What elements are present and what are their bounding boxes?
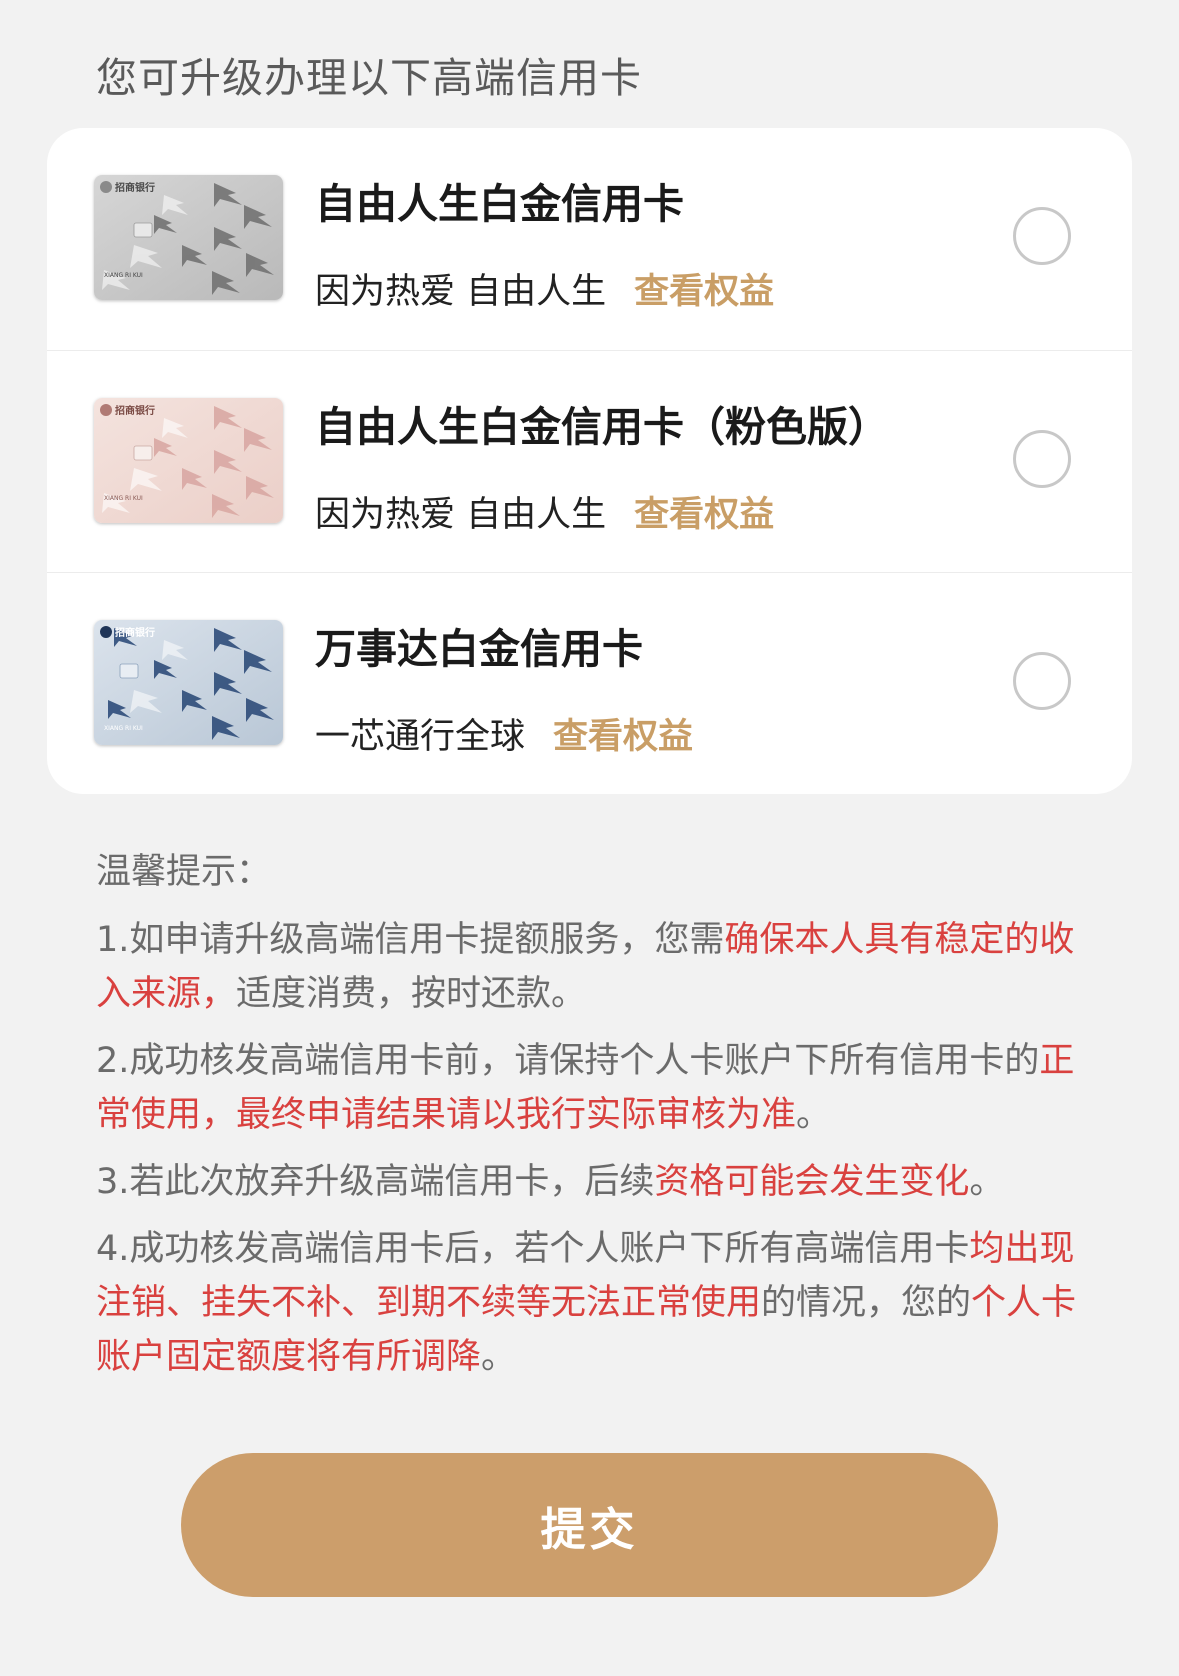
- select-radio[interactable]: [1013, 430, 1071, 488]
- submit-button[interactable]: 提交: [181, 1453, 998, 1597]
- select-radio[interactable]: [1013, 652, 1071, 710]
- tip-text: 适度消费，按时还款。: [236, 974, 587, 1014]
- tip-text: 3.若此次放弃升级高端信用卡，后续: [96, 1162, 655, 1202]
- card-image-freedom-platinum-pink: 招商银行 XIANG RI KUI: [94, 398, 283, 523]
- card-title: 自由人生白金信用卡（粉色版）: [315, 403, 889, 451]
- tip-text: 4.成功核发高端信用卡后，若个人账户下所有高端信用卡: [96, 1229, 970, 1269]
- card-image-freedom-platinum: 招商银行 XIANG RI KUI: [94, 175, 283, 300]
- card-bank-name: 招商银行: [115, 404, 155, 417]
- card-title: 万事达白金信用卡: [315, 625, 643, 673]
- card-face: 招商银行 XIANG RI KUI: [94, 175, 283, 300]
- card-subtitle-row: 因为热爱 自由人生 查看权益: [315, 486, 774, 537]
- card-holder-name: XIANG RI KUI: [104, 495, 143, 502]
- card-image-mastercard-platinum: 招商银行 XIANG RI KUI: [94, 620, 283, 745]
- view-benefits-link[interactable]: 查看权益: [553, 717, 693, 757]
- tips-section: 温馨提示： 1.如申请升级高端信用卡提额服务，您需确保本人具有稳定的收入来源，适…: [96, 845, 1086, 1397]
- card-subtitle-row: 一芯通行全球 查看权益: [315, 708, 693, 759]
- tip-highlight: 资格可能会发生变化: [654, 1162, 970, 1202]
- tip-item-3: 3.若此次放弃升级高端信用卡，后续资格可能会发生变化。: [96, 1155, 1086, 1209]
- card-holder-name: XIANG RI KUI: [104, 725, 143, 732]
- card-slogan: 因为热爱 自由人生: [315, 272, 607, 312]
- tip-text: 2.成功核发高端信用卡前，请保持个人卡账户下所有信用卡的: [96, 1041, 1040, 1081]
- card-option-mastercard-platinum[interactable]: 招商银行 XIANG RI KUI 万事达白金信用卡 一芯通行全球 查看权益: [47, 572, 1132, 794]
- tips-title: 温馨提示：: [96, 852, 272, 892]
- tip-item-2: 2.成功核发高端信用卡前，请保持个人卡账户下所有信用卡的正常使用，最终申请结果请…: [96, 1034, 1086, 1142]
- card-slogan: 一芯通行全球: [315, 717, 526, 757]
- card-bank-name: 招商银行: [115, 181, 155, 194]
- tip-item-4: 4.成功核发高端信用卡后，若个人账户下所有高端信用卡均出现注销、挂失不补、到期不…: [96, 1222, 1086, 1384]
- card-list: 招商银行 XIANG RI KUI 自由人生白金信用卡 因为热爱 自由人生 查看权…: [47, 128, 1132, 794]
- card-face: 招商银行 XIANG RI KUI: [94, 398, 283, 523]
- select-radio[interactable]: [1013, 207, 1071, 265]
- card-title: 自由人生白金信用卡: [315, 180, 684, 228]
- tip-item-1: 1.如申请升级高端信用卡提额服务，您需确保本人具有稳定的收入来源，适度消费，按时…: [96, 913, 1086, 1021]
- card-option-freedom-platinum-pink[interactable]: 招商银行 XIANG RI KUI 自由人生白金信用卡（粉色版） 因为热爱 自由…: [47, 350, 1132, 573]
- view-benefits-link[interactable]: 查看权益: [634, 272, 774, 312]
- tip-text: 的情况，您的: [761, 1283, 972, 1323]
- tip-text: 1.如申请升级高端信用卡提额服务，您需: [96, 920, 725, 960]
- tip-text: 。: [481, 1337, 517, 1377]
- view-benefits-link[interactable]: 查看权益: [634, 495, 774, 535]
- card-holder-name: XIANG RI KUI: [104, 272, 143, 279]
- card-option-freedom-platinum[interactable]: 招商银行 XIANG RI KUI 自由人生白金信用卡 因为热爱 自由人生 查看权…: [47, 128, 1132, 350]
- card-bank-name: 招商银行: [115, 626, 155, 639]
- card-subtitle-row: 因为热爱 自由人生 查看权益: [315, 263, 774, 314]
- tip-text: 。: [796, 1095, 832, 1135]
- tip-text: 。: [969, 1162, 1005, 1202]
- section-heading: 您可升级办理以下高端信用卡: [96, 54, 642, 102]
- card-face: 招商银行 XIANG RI KUI: [94, 620, 283, 745]
- card-slogan: 因为热爱 自由人生: [315, 495, 607, 535]
